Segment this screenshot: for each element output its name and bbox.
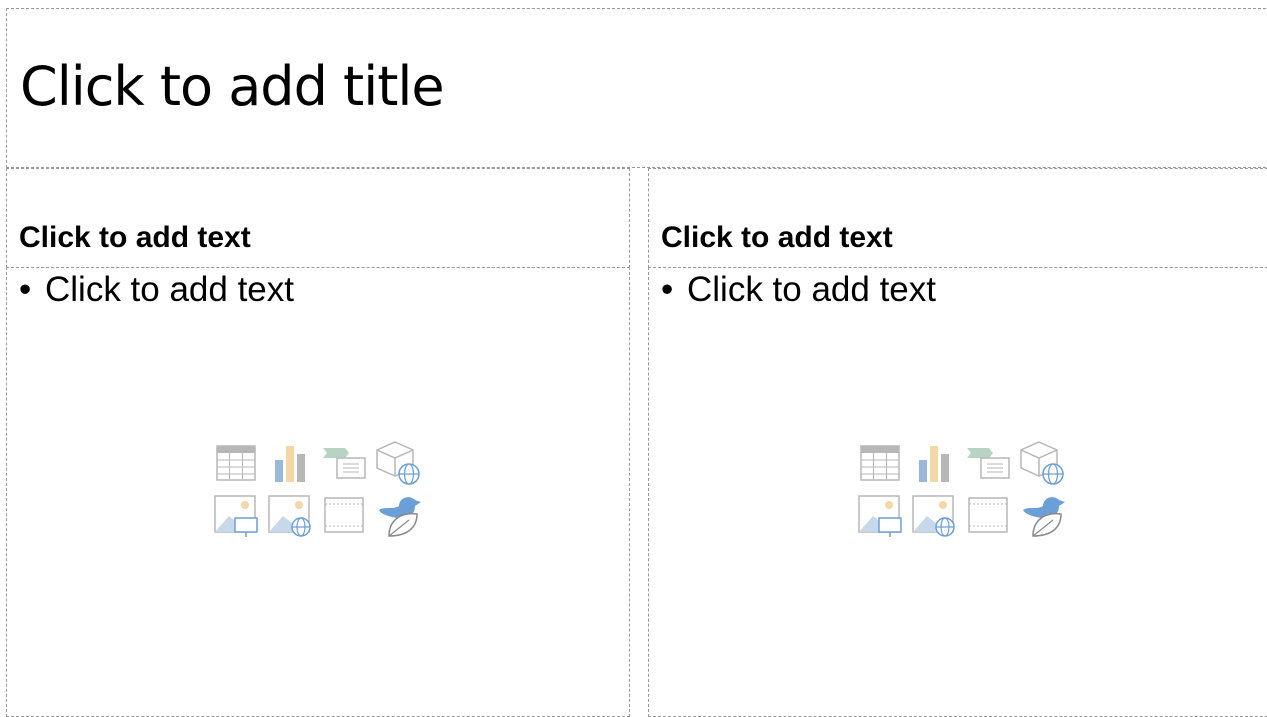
bullet-symbol: • [19, 270, 32, 309]
left-bullet-text: Click to add text [45, 270, 294, 309]
insert-chart-icon[interactable] [911, 440, 957, 486]
left-bullet-item: • Click to add text [19, 270, 294, 310]
right-heading-text: Click to add text [661, 221, 893, 254]
insert-picture-icon[interactable] [213, 492, 259, 538]
right-heading-placeholder[interactable]: Click to add text [648, 168, 1267, 268]
right-content-placeholder[interactable]: • Click to add text [648, 267, 1267, 717]
left-heading-text: Click to add text [19, 221, 251, 254]
insert-content-icons [857, 440, 1065, 538]
insert-table-icon[interactable] [857, 440, 903, 486]
insert-smartart-icon[interactable] [965, 440, 1011, 486]
insert-online-picture-icon[interactable] [911, 492, 957, 538]
right-bullet-item: • Click to add text [661, 270, 936, 310]
insert-video-icon[interactable] [321, 492, 367, 538]
insert-picture-icon[interactable] [857, 492, 903, 538]
insert-3d-model-icon[interactable] [1019, 440, 1065, 486]
insert-table-icon[interactable] [213, 440, 259, 486]
insert-icons-icon[interactable] [375, 492, 421, 538]
insert-video-icon[interactable] [965, 492, 1011, 538]
insert-3d-model-icon[interactable] [375, 440, 421, 486]
right-bullet-text: Click to add text [687, 270, 936, 309]
insert-chart-icon[interactable] [267, 440, 313, 486]
title-placeholder-text: Click to add title [20, 55, 445, 118]
bullet-symbol: • [661, 270, 674, 309]
insert-icons-icon[interactable] [1019, 492, 1065, 538]
left-heading-placeholder[interactable]: Click to add text [6, 168, 630, 268]
title-placeholder[interactable]: Click to add title [6, 8, 1267, 168]
insert-content-icons [213, 440, 421, 538]
left-content-placeholder[interactable]: • Click to add text [6, 267, 630, 717]
insert-smartart-icon[interactable] [321, 440, 367, 486]
insert-online-picture-icon[interactable] [267, 492, 313, 538]
